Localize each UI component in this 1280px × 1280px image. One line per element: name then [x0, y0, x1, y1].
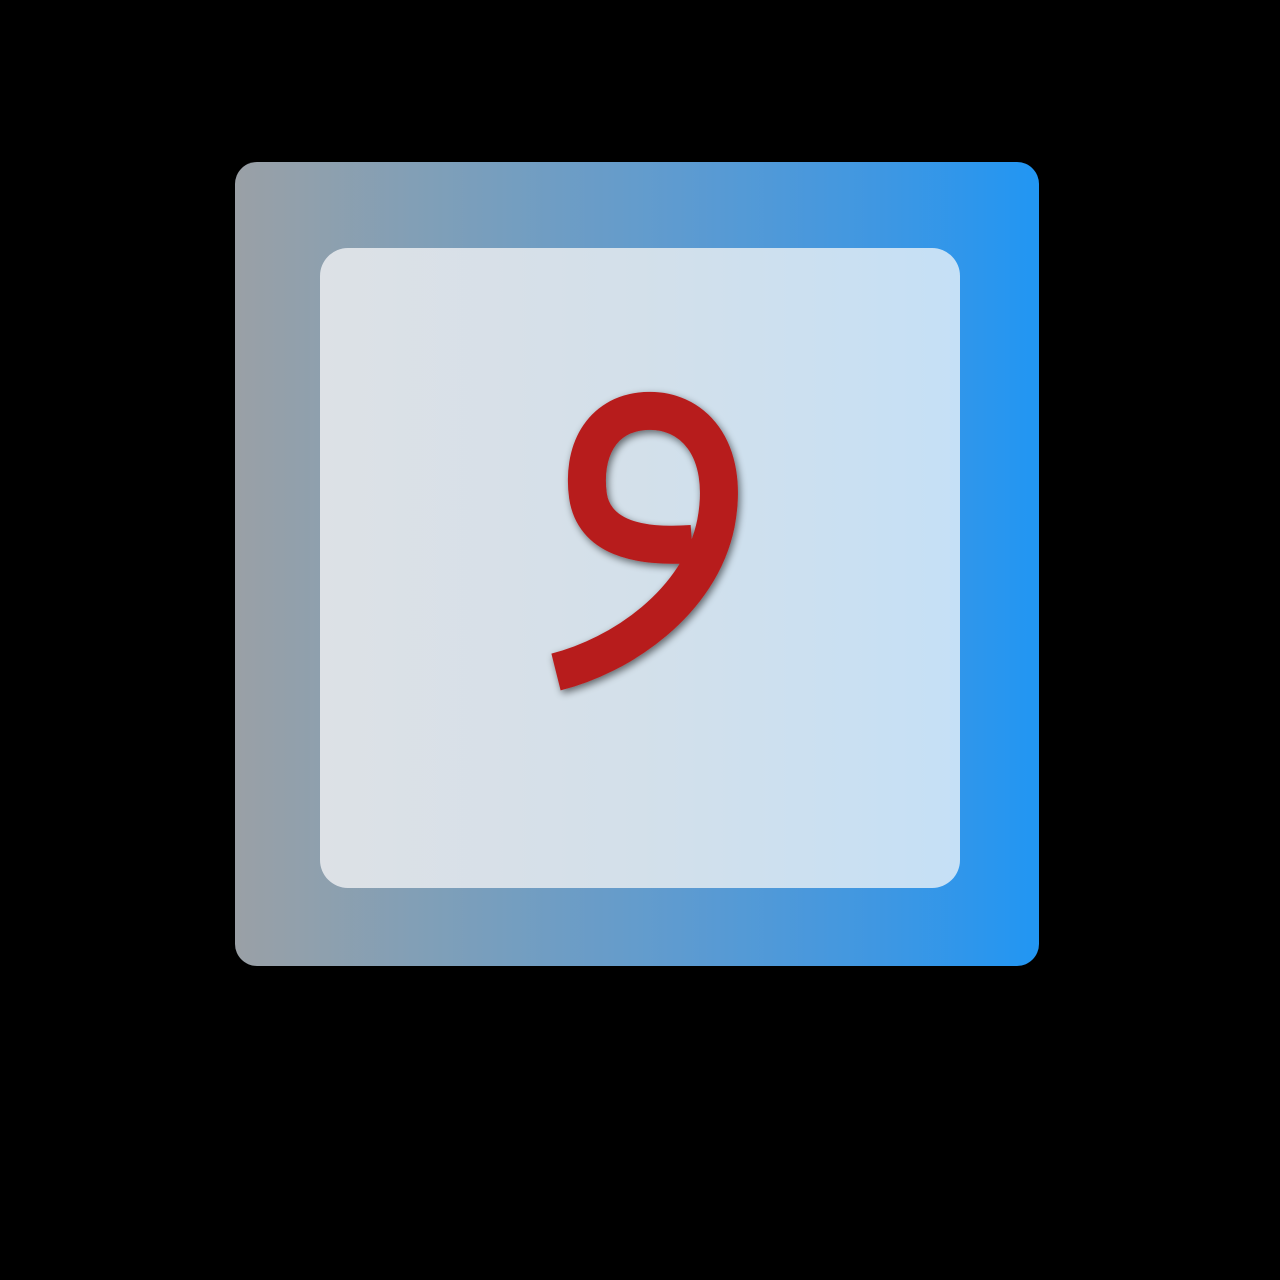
letter-waw-icon — [551, 391, 738, 691]
keycap-frame[interactable]: و — [235, 162, 1039, 966]
canvas: و — [0, 0, 1280, 1280]
letter-waw-stroke — [551, 391, 738, 691]
letter-waw-glyph: و — [320, 248, 960, 888]
keycap-face[interactable]: و — [320, 248, 960, 888]
